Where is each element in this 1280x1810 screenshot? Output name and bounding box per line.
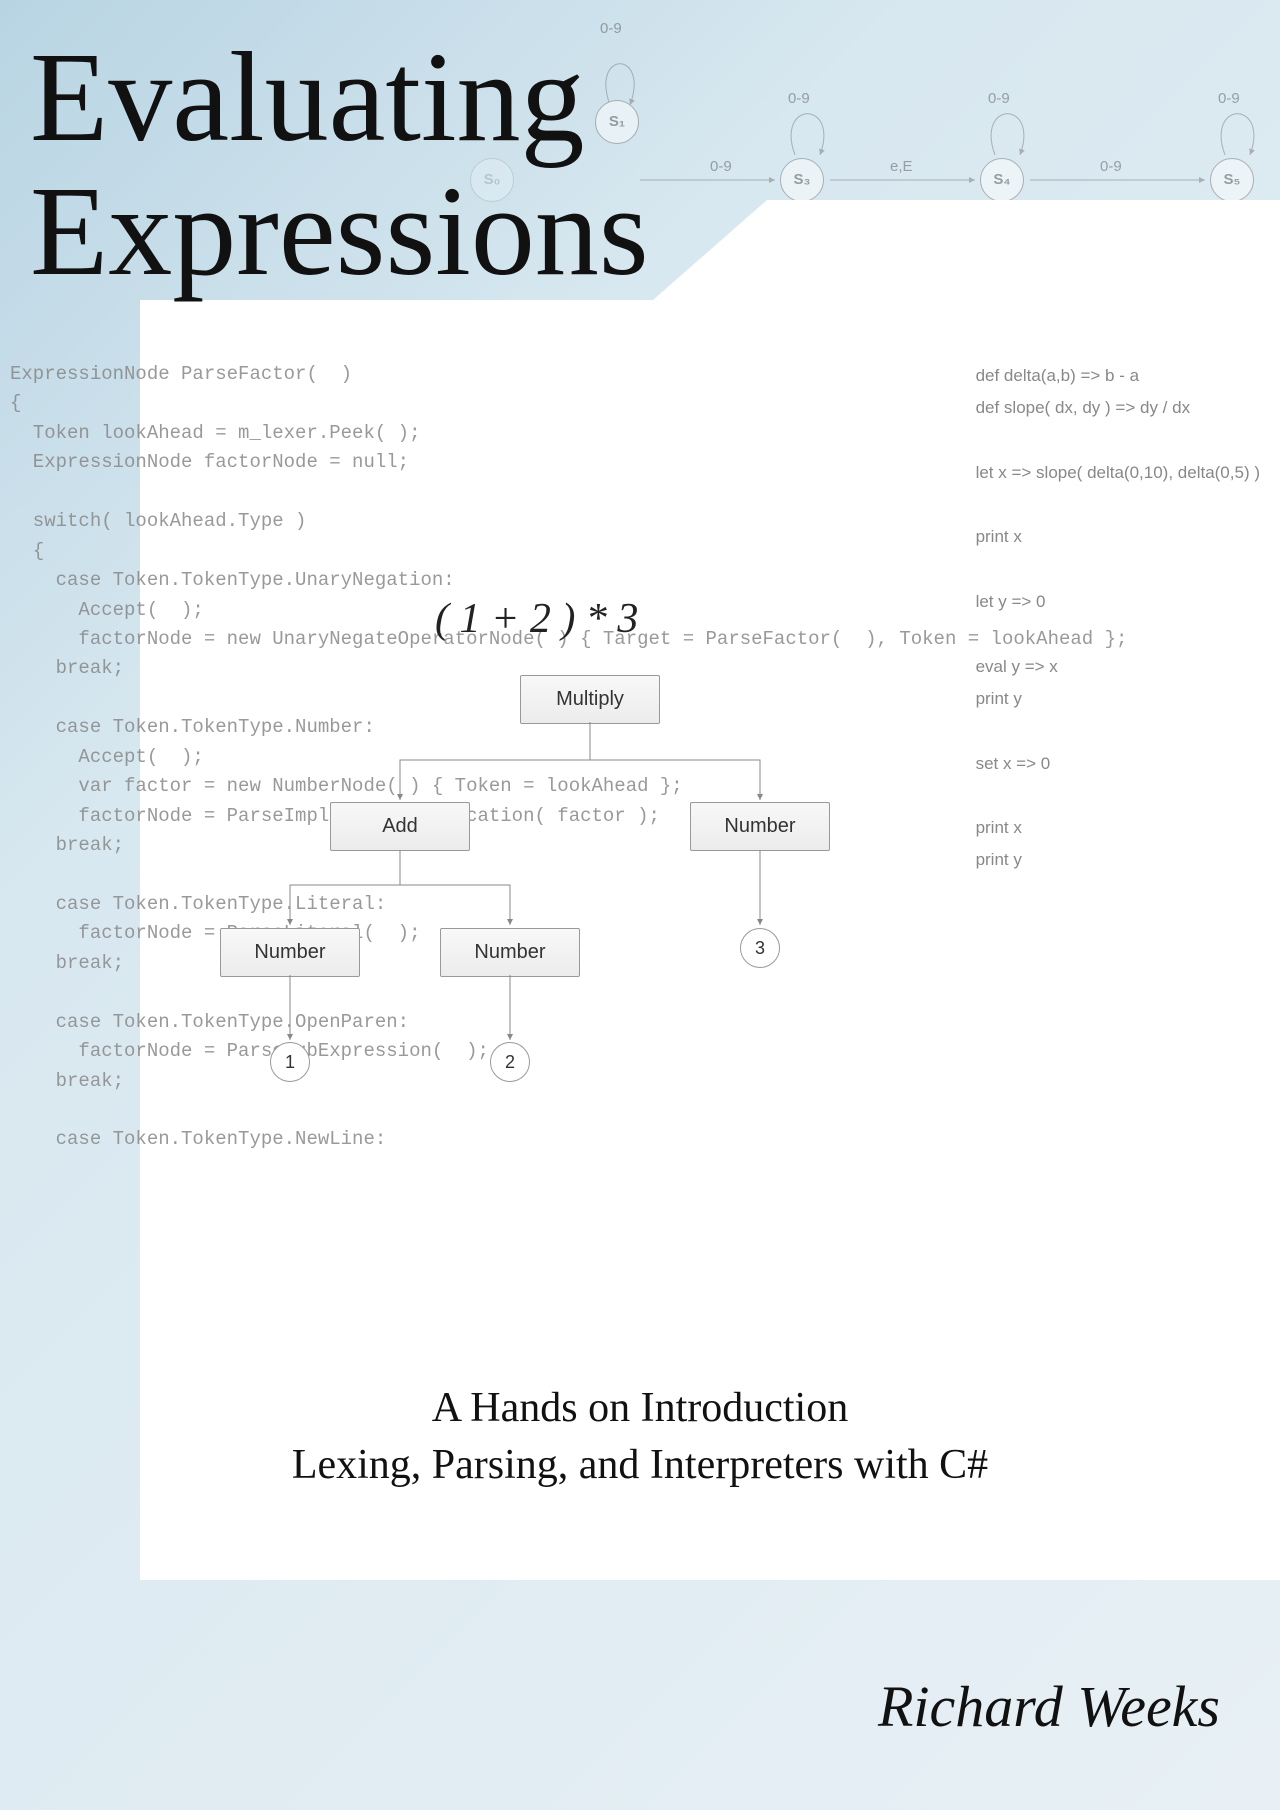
state-s4: S₄ [980, 158, 1024, 202]
edge-label-eE: e,E [890, 158, 913, 175]
script-snippets: def delta(a,b) => b - a def slope( dx, d… [976, 360, 1260, 877]
subtitle: A Hands on Introduction Lexing, Parsing,… [0, 1380, 1280, 1493]
state-s5-final: S₅ [1210, 158, 1254, 202]
edge-label-09-b: 0-9 [788, 90, 810, 107]
state-s3: S₃ [780, 158, 824, 202]
edge-label-09-d: 0-9 [1218, 90, 1240, 107]
edge-label-09-e: 0-9 [710, 158, 732, 175]
subtitle-line-1: A Hands on Introduction [0, 1380, 1280, 1437]
title-line-2: Expressions [30, 164, 649, 298]
subtitle-line-2: Lexing, Parsing, and Interpreters with C… [0, 1437, 1280, 1494]
title-line-1: Evaluating [30, 30, 649, 164]
parse-tree: Multiply Add Number Number Number 1 2 3 [200, 670, 920, 1190]
book-title: Evaluating Expressions [30, 30, 649, 299]
edge-label-09-f: 0-9 [1100, 158, 1122, 175]
edge-label-09-c: 0-9 [988, 90, 1010, 107]
expression-formula: ( 1 + 2 ) * 3 [435, 595, 638, 643]
author-name: Richard Weeks [878, 1673, 1220, 1740]
